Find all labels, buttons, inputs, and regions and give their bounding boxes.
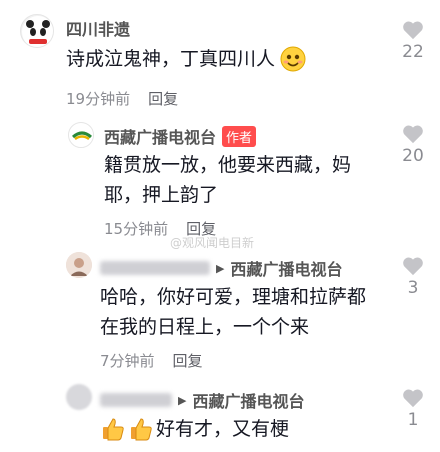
author-badge: 作者 [222,125,257,147]
reply-header: ▶ 西藏广播电视台 [100,388,304,412]
like-count: 22 [402,42,424,62]
comment-text-content: 好有才，又有梗 [156,418,290,440]
comment-meta: 7分钟前 回复 [100,350,203,371]
author-name-text[interactable]: 西藏广播电视台 [104,124,216,148]
avatar[interactable] [66,384,92,410]
panda-logo-icon [22,16,53,47]
comment-text: 哈哈，你好可爱，理塘和拉萨都 在我的日程上，一个个来 [100,282,366,342]
watermark: @观风闻电目新 [170,236,255,250]
heart-icon[interactable] [402,20,424,40]
heart-icon[interactable] [402,124,424,144]
comment-text-content: 诗成泣鬼神，丁真四川人 [66,48,276,70]
comment-meta: 19分钟前 回复 [66,88,178,109]
thumbs-up-emoji-icon [103,418,124,441]
avatar[interactable] [66,252,92,278]
blurred-username [100,393,172,407]
like-button[interactable]: 22 [398,20,428,62]
like-count: 1 [407,410,419,430]
comment-time: 7分钟前 [100,352,155,370]
reply-button[interactable]: 回复 [148,88,178,109]
comment-text-line: 耶，押上韵了 [104,184,219,206]
avatar[interactable] [20,14,54,48]
heart-icon[interactable] [402,388,424,408]
station-logo-icon [70,124,93,147]
smile-emoji-icon [280,46,306,72]
like-count: 20 [402,146,424,166]
thumbs-up-emoji-icon [131,418,152,441]
comment-text: 好有才，又有梗 [100,414,289,444]
comment-author-name[interactable]: 四川非遗 [66,16,130,40]
comment-time: 19分钟前 [66,90,131,108]
reply-to-name[interactable]: 西藏广播电视台 [230,256,342,280]
heart-icon[interactable] [402,256,424,276]
like-button[interactable]: 1 [398,388,428,430]
reply-arrow-icon: ▶ [178,393,187,407]
comment-text-line: 在我的日程上，一个个来 [100,316,310,338]
like-button[interactable]: 3 [398,256,428,298]
comment-text: 诗成泣鬼神，丁真四川人 [66,44,307,74]
comment-author-name[interactable]: 西藏广播电视台 作者 [104,124,257,148]
author-name-text[interactable]: 四川非遗 [66,16,130,40]
blurred-username [100,261,210,275]
like-button[interactable]: 20 [398,124,428,166]
comment-text: 籍贯放一放，他要来西藏，妈 耶，押上韵了 [104,150,351,210]
reply-to-name[interactable]: 西藏广播电视台 [192,388,304,412]
reply-button[interactable]: 回复 [173,350,203,371]
reply-header: ▶ 西藏广播电视台 [100,256,342,280]
comment-time: 15分钟前 [104,220,169,238]
avatar[interactable] [68,122,94,148]
like-count: 3 [407,278,419,298]
comment-text-line: 籍贯放一放，他要来西藏，妈 [104,154,352,176]
comment-text-line: 哈哈，你好可爱，理塘和拉萨都 [100,286,367,308]
user-avatar-icon [66,252,92,278]
reply-arrow-icon: ▶ [216,261,225,275]
